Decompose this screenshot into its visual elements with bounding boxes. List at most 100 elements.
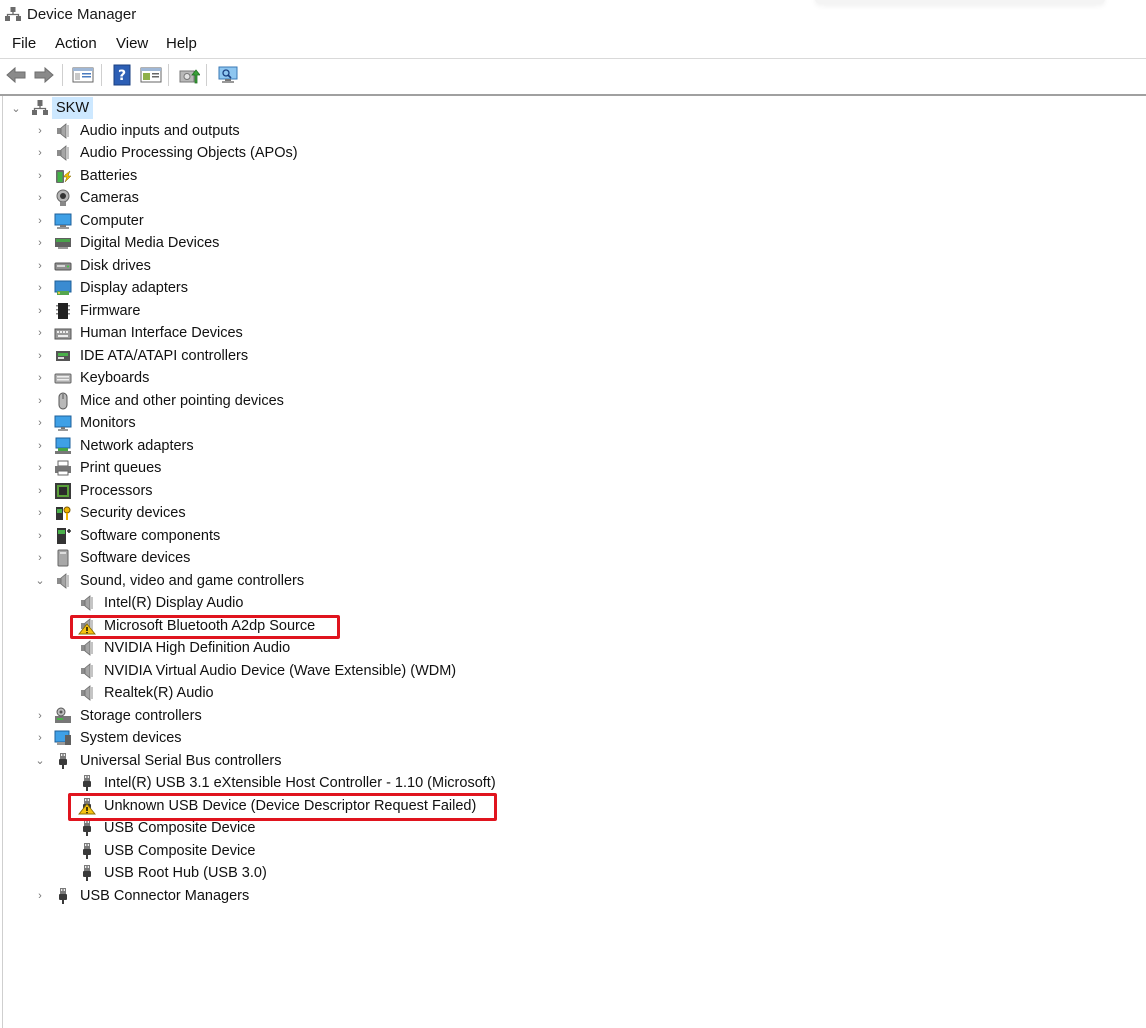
tree-category-label: Cameras — [80, 190, 139, 206]
chevron-right-icon[interactable]: › — [34, 255, 46, 277]
network-adapter-icon — [54, 437, 72, 455]
chevron-right-icon[interactable]: › — [34, 547, 46, 569]
tree-category-row[interactable]: › Processors — [0, 480, 520, 502]
tree-device-label: Realtek(R) Audio — [104, 685, 214, 701]
tree-category-label: Digital Media Devices — [80, 235, 220, 251]
tree-category-row[interactable]: › Audio Processing Objects (APOs) — [0, 142, 520, 164]
chevron-right-icon[interactable]: › — [34, 435, 46, 457]
tree-device-row[interactable]: USB Composite Device — [0, 840, 560, 862]
security-key-icon — [54, 504, 72, 522]
tree-category-label: Network adapters — [80, 437, 194, 454]
tree-category-row[interactable]: › Security devices — [0, 502, 520, 524]
window-title: Device Manager — [27, 6, 137, 23]
chevron-down-icon[interactable]: ⌄ — [10, 97, 22, 119]
back-arrow-icon — [6, 66, 26, 84]
chevron-right-icon[interactable]: › — [34, 412, 46, 434]
ide-controller-icon — [54, 347, 72, 365]
tree-device-row[interactable]: Intel(R) Display Audio — [0, 592, 560, 614]
highlight-box-bluetooth — [70, 615, 340, 639]
highlight-box-unknown-usb — [68, 793, 497, 821]
chevron-right-icon[interactable]: › — [34, 300, 46, 322]
show-hide-console-tree-button[interactable] — [71, 63, 95, 87]
chevron-right-icon[interactable]: › — [34, 142, 46, 164]
tree-category-row[interactable]: › IDE ATA/ATAPI controllers — [0, 345, 520, 367]
chevron-down-icon[interactable]: ⌄ — [34, 570, 46, 592]
chevron-right-icon[interactable]: › — [34, 277, 46, 299]
tree-category-row[interactable]: › USB Connector Managers — [0, 885, 520, 907]
update-driver-icon — [179, 69, 200, 84]
menu-view[interactable]: View — [116, 35, 148, 52]
tree-category-row[interactable]: › Human Interface Devices — [0, 322, 520, 344]
forward-button[interactable] — [32, 63, 56, 87]
tree-category-row[interactable]: › Display adapters — [0, 277, 520, 299]
tree-category-row[interactable]: › Audio inputs and outputs — [0, 120, 520, 142]
tree-category-row[interactable]: › Disk drives — [0, 255, 520, 277]
chevron-right-icon[interactable]: › — [34, 502, 46, 524]
speaker-icon — [54, 572, 72, 590]
tree-category-row[interactable]: › Firmware — [0, 300, 520, 322]
chevron-down-icon[interactable]: ⌄ — [34, 750, 46, 772]
tree-device-row[interactable]: USB Root Hub (USB 3.0) — [0, 862, 560, 884]
tree-category-label: System devices — [80, 730, 182, 746]
help-button[interactable]: ? — [110, 63, 134, 87]
tree-device-row[interactable]: NVIDIA High Definition Audio — [0, 637, 560, 659]
chevron-right-icon[interactable]: › — [34, 187, 46, 209]
chevron-right-icon[interactable]: › — [34, 480, 46, 502]
tree-category-row[interactable]: › Monitors — [0, 412, 520, 434]
chevron-right-icon[interactable]: › — [34, 165, 46, 187]
tree-category-label: Human Interface Devices — [80, 325, 243, 341]
tree-category-label: Firmware — [80, 302, 141, 319]
speaker-icon — [78, 594, 96, 612]
tree-category-row[interactable]: ⌄ Universal Serial Bus controllers — [0, 750, 520, 772]
chevron-right-icon[interactable]: › — [34, 727, 46, 749]
tree-category-row[interactable]: › Print queues — [0, 457, 520, 479]
tree-category-row[interactable]: ⌄ Sound, video and game controllers — [0, 570, 520, 592]
chevron-right-icon[interactable]: › — [34, 457, 46, 479]
menu-help[interactable]: Help — [166, 35, 197, 52]
tree-category-row[interactable]: › Cameras — [0, 187, 520, 209]
usb-plug-icon — [54, 887, 72, 905]
speaker-icon — [54, 122, 72, 140]
menu-action[interactable]: Action — [55, 35, 97, 52]
chevron-right-icon[interactable]: › — [34, 367, 46, 389]
tree-device-label: USB Composite Device — [104, 842, 256, 859]
chevron-right-icon[interactable]: › — [34, 322, 46, 344]
tree-device-label: Intel(R) USB 3.1 eXtensible Host Control… — [104, 775, 496, 791]
tree-category-row[interactable]: › Keyboards — [0, 367, 520, 389]
usb-plug-icon — [78, 864, 96, 882]
tree-category-label: Audio inputs and outputs — [80, 122, 240, 139]
update-driver-button[interactable] — [177, 63, 201, 87]
svg-text:?: ? — [118, 68, 126, 84]
tree-category-row[interactable]: › Mice and other pointing devices — [0, 390, 520, 412]
tree-category-row[interactable]: › Software devices — [0, 547, 520, 569]
chevron-right-icon[interactable]: › — [34, 705, 46, 727]
properties-pane-button[interactable] — [139, 63, 163, 87]
chevron-right-icon[interactable]: › — [34, 525, 46, 547]
chevron-right-icon[interactable]: › — [34, 390, 46, 412]
tree-root-row[interactable]: ⌄ SKW — [0, 97, 400, 119]
chevron-right-icon[interactable]: › — [34, 885, 46, 907]
tree-category-row[interactable]: › System devices — [0, 727, 520, 749]
tree-category-label: Processors — [80, 482, 153, 499]
back-button[interactable] — [4, 63, 28, 87]
toolbar-separator — [62, 64, 63, 86]
chevron-right-icon[interactable]: › — [34, 345, 46, 367]
chevron-right-icon[interactable]: › — [34, 120, 46, 142]
usb-plug-icon — [78, 774, 96, 792]
tree-category-row[interactable]: › Digital Media Devices — [0, 232, 520, 254]
storage-controller-icon — [54, 707, 72, 725]
tree-category-row[interactable]: › Network adapters — [0, 435, 520, 457]
tree-category-row[interactable]: › Software components — [0, 525, 520, 547]
menu-file[interactable]: File — [12, 35, 36, 52]
tree-device-row[interactable]: NVIDIA Virtual Audio Device (Wave Extens… — [0, 660, 560, 682]
chevron-right-icon[interactable]: › — [34, 210, 46, 232]
tree-device-row[interactable]: Intel(R) USB 3.1 eXtensible Host Control… — [0, 772, 560, 794]
tree-category-row[interactable]: › Storage controllers — [0, 705, 520, 727]
tree-device-row[interactable]: Realtek(R) Audio — [0, 682, 560, 704]
forward-arrow-icon — [34, 66, 54, 84]
chevron-right-icon[interactable]: › — [34, 232, 46, 254]
tree-category-row[interactable]: › Computer — [0, 210, 520, 232]
scan-hardware-button[interactable] — [216, 63, 240, 87]
printer-icon — [54, 459, 72, 477]
tree-category-row[interactable]: › Batteries — [0, 165, 520, 187]
